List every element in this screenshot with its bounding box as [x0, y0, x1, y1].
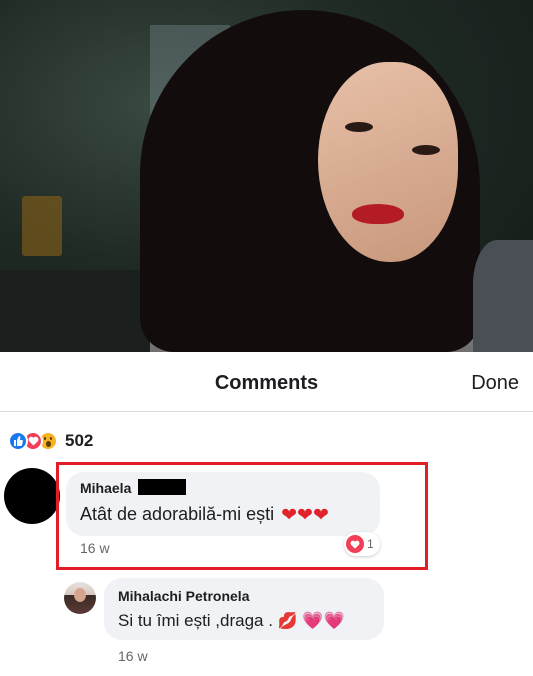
- kiss-icon: 💋: [277, 613, 298, 630]
- background-person: [473, 240, 533, 352]
- reply-author[interactable]: Mihalachi Petronela: [118, 588, 249, 604]
- background-bin: [22, 196, 62, 256]
- like-icon: [8, 431, 28, 451]
- sheet-title: Comments: [214, 372, 319, 394]
- sheet-header: Comments Done: [0, 352, 533, 412]
- background-bench: [0, 270, 150, 352]
- reaction-count: 502: [65, 431, 94, 450]
- subject-eye: [412, 145, 440, 155]
- subject-face: [318, 62, 458, 262]
- subject-eye: [345, 122, 373, 132]
- pink-heart-icon: 💗: [323, 611, 345, 630]
- done-button[interactable]: Done: [471, 372, 519, 395]
- pink-heart-icon: 💗: [302, 611, 324, 630]
- reaction-summary[interactable]: 502: [8, 430, 93, 452]
- avatar[interactable]: [64, 582, 96, 614]
- highlight-box: [56, 462, 428, 570]
- subject-lips: [352, 204, 404, 224]
- reply-bubble[interactable]: Mihalachi Petronela Si tu îmi ești ,drag…: [104, 578, 384, 640]
- reply-timestamp[interactable]: 16 w: [118, 648, 148, 664]
- post-photo[interactable]: [0, 0, 533, 352]
- reply-text: Si tu îmi ești ,draga . 💋 💗💗: [118, 611, 345, 630]
- avatar[interactable]: [4, 468, 60, 524]
